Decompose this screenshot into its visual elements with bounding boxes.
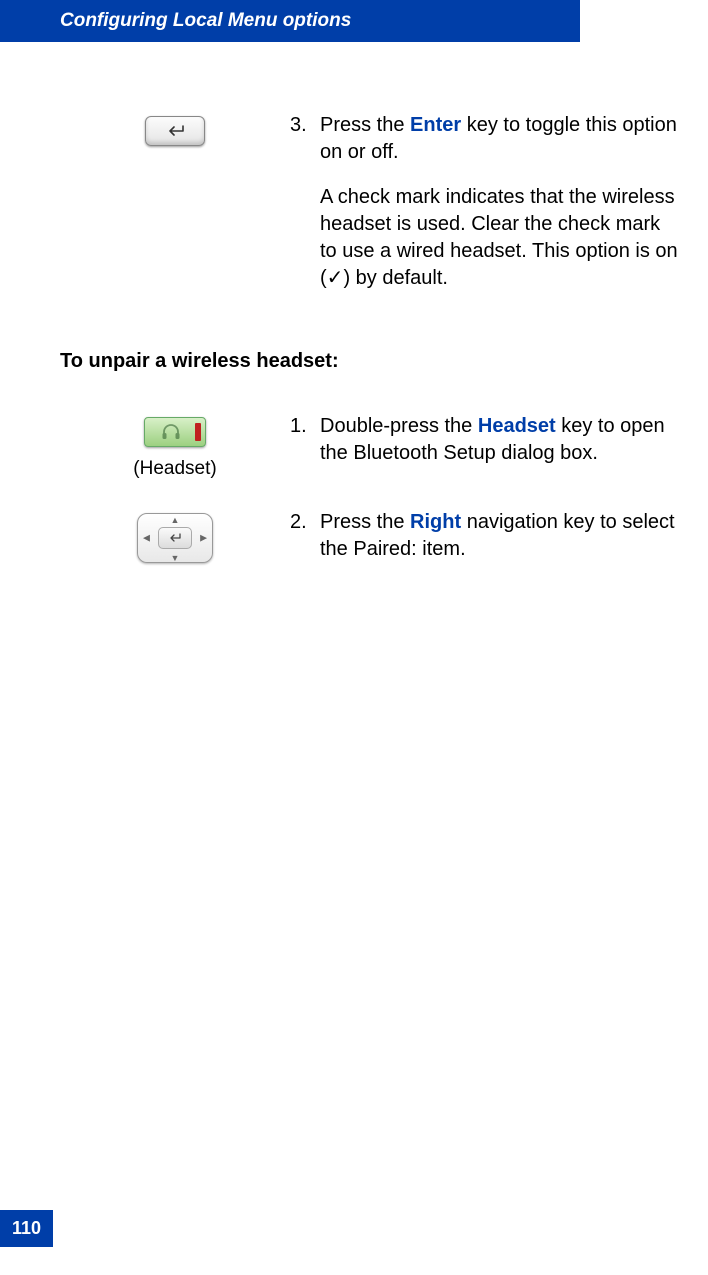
unpair-subheading: To unpair a wireless headset:	[60, 350, 678, 373]
step-1-line: Double-press the Headset key to open the…	[320, 413, 678, 467]
nav-right-icon: ▶	[200, 533, 207, 544]
page-number: 110	[0, 1210, 53, 1247]
page: Configuring Local Menu options 3. Press …	[0, 0, 708, 1275]
checkmark-glyph: ✓	[327, 267, 344, 289]
headset-key-icon	[144, 417, 206, 447]
page-header: Configuring Local Menu options	[0, 0, 580, 42]
step-2-number: 2.	[290, 509, 320, 581]
step-2-row: ▲ ▼ ◀ ▶ 2. Press the Right navigation ke…	[60, 509, 678, 581]
enter-keyword: Enter	[410, 114, 461, 136]
step-3-line1: Press the Enter key to toggle this optio…	[320, 112, 678, 166]
step-3-text: 3. Press the Enter key to toggle this op…	[290, 112, 678, 310]
step-2-line: Press the Right navigation key to select…	[320, 509, 678, 563]
enter-key-icon	[145, 116, 205, 146]
step-1-body: Double-press the Headset key to open the…	[320, 413, 678, 485]
step-3-row: 3. Press the Enter key to toggle this op…	[60, 112, 678, 310]
navpad-cell: ▲ ▼ ◀ ▶	[60, 509, 290, 581]
right-keyword: Right	[410, 511, 461, 533]
step-1-row: (Headset) 1. Double-press the Headset ke…	[60, 413, 678, 485]
step-3-body: Press the Enter key to toggle this optio…	[320, 112, 678, 310]
nav-down-icon: ▼	[171, 553, 180, 563]
navigation-pad-icon: ▲ ▼ ◀ ▶	[137, 513, 213, 563]
nav-center-icon	[158, 527, 192, 549]
enter-key-cell	[60, 112, 290, 310]
headset-keyword: Headset	[478, 415, 556, 437]
step-1-text: 1. Double-press the Headset key to open …	[290, 413, 678, 485]
step-2-body: Press the Right navigation key to select…	[320, 509, 678, 581]
header-title: Configuring Local Menu options	[60, 10, 351, 31]
page-content: 3. Press the Enter key to toggle this op…	[0, 42, 708, 581]
step-2-text: 2. Press the Right navigation key to sel…	[290, 509, 678, 581]
step-1-number: 1.	[290, 413, 320, 485]
headset-caption: (Headset)	[60, 458, 290, 480]
step-3-line2: A check mark indicates that the wireless…	[320, 184, 678, 292]
nav-left-icon: ◀	[143, 533, 150, 544]
nav-up-icon: ▲	[171, 515, 180, 525]
step-3-number: 3.	[290, 112, 320, 310]
headset-key-cell: (Headset)	[60, 413, 290, 485]
